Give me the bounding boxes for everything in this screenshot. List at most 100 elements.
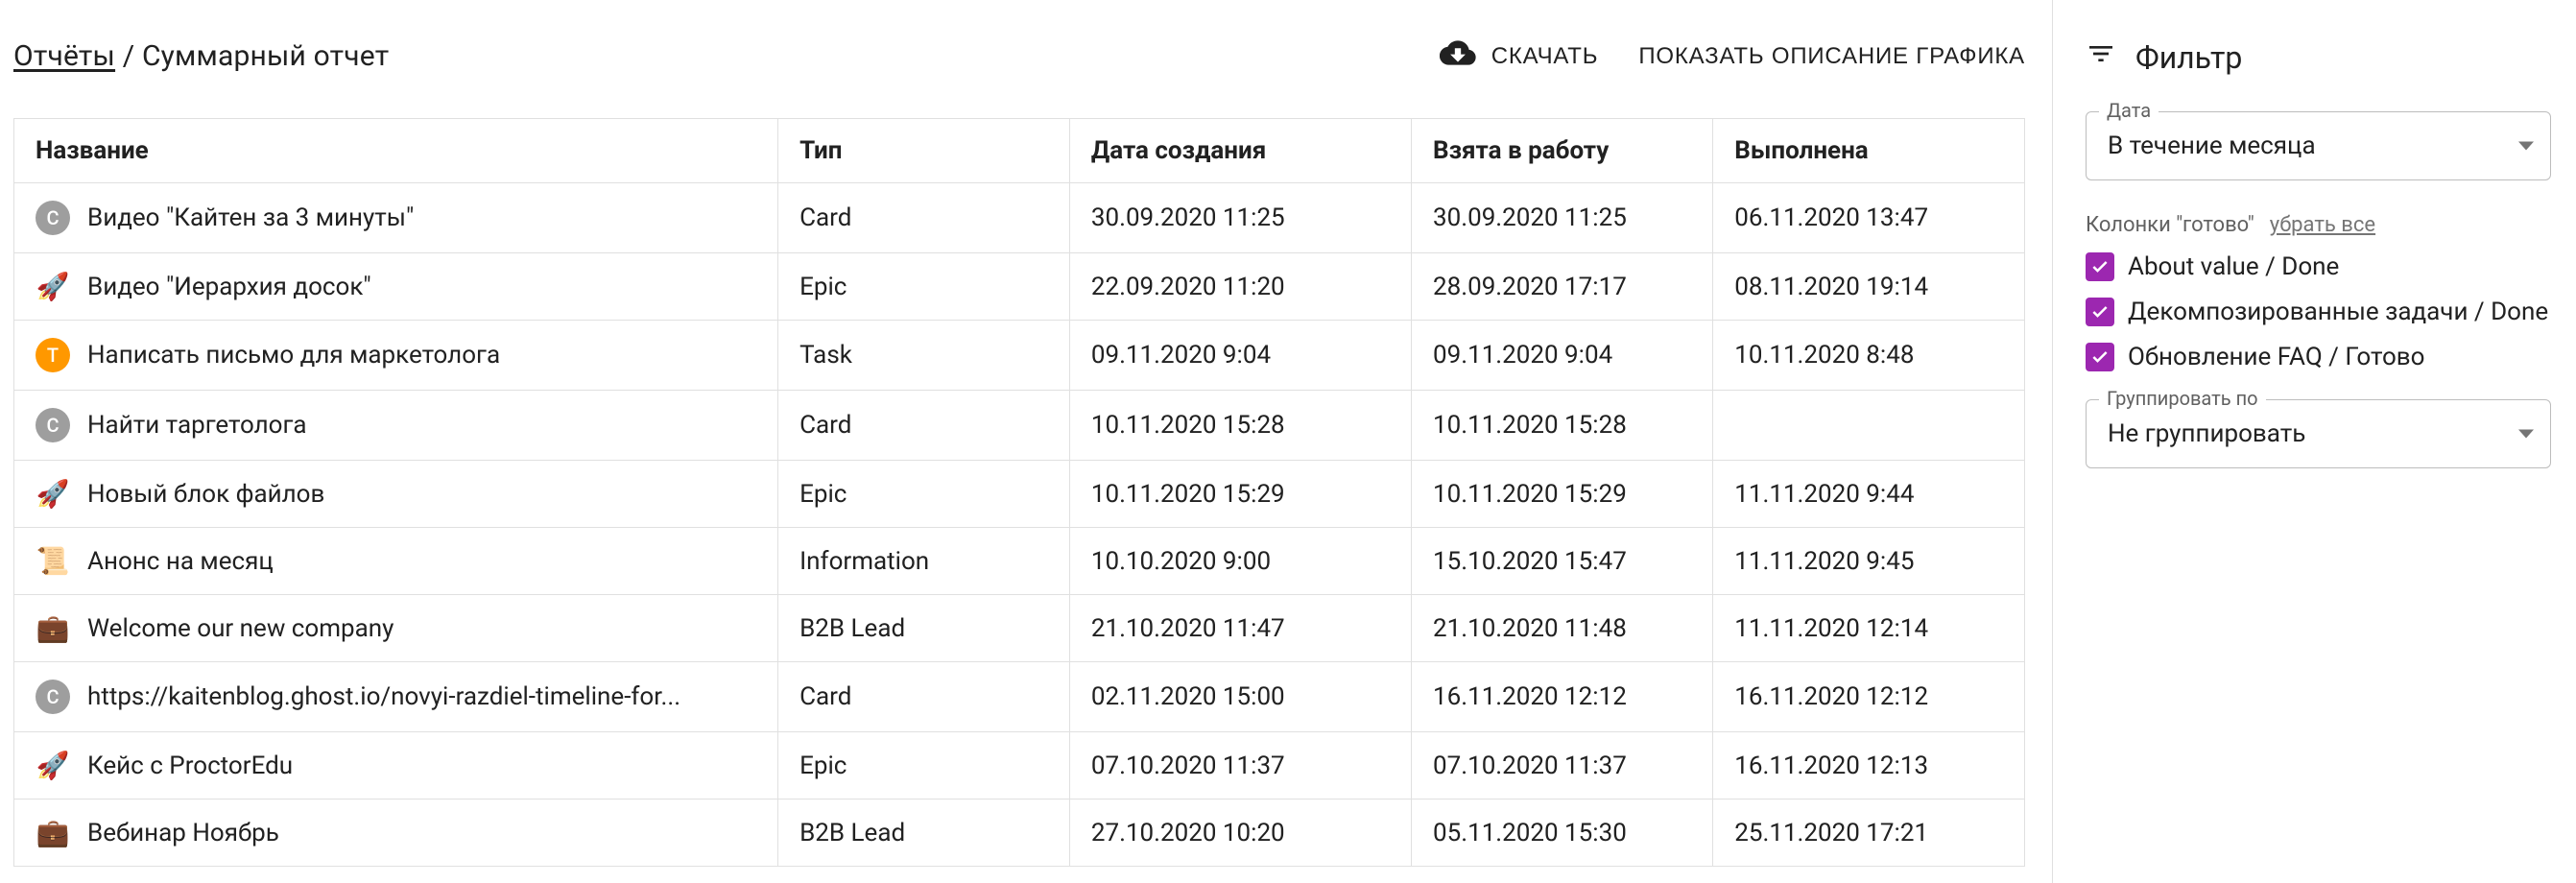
table-row[interactable]: 💼 Вебинар Ноябрь B2B Lead27.10.2020 10:200… (14, 799, 2025, 867)
table-row[interactable]: 🚀Новый блок файловEpic10.11.2020 15:2910… (14, 461, 2025, 528)
table-row[interactable]: 🚀Кейс с ProctorEduEpic07.10.2020 11:3707… (14, 732, 2025, 799)
row-started: 10.11.2020 15:29 (1412, 461, 1713, 528)
filter-checkbox-row[interactable]: About value / Done (2086, 251, 2551, 284)
breadcrumb: Отчёты / Суммарный отчет (13, 39, 389, 73)
checkbox-checked-icon[interactable] (2086, 298, 2114, 326)
row-done (1713, 391, 2025, 461)
row-started: 09.11.2020 9:04 (1412, 321, 1713, 391)
row-started: 28.09.2020 17:17 (1412, 253, 1713, 321)
row-name: https://kaitenblog.ghost.io/novyi-razdie… (87, 682, 680, 711)
row-name: Видео "Иерархия досок" (87, 273, 371, 301)
rocket-icon: 🚀 (36, 750, 70, 781)
row-name: Найти таргетолога (87, 411, 307, 440)
toggle-description-label: ПОКАЗАТЬ ОПИСАНИЕ ГРАФИКА (1638, 43, 2025, 70)
done-columns-label: Колонки "готово" (2086, 213, 2254, 237)
date-field-label: Дата (2099, 99, 2159, 122)
checkbox-label: Декомпозированные задачи / Done (2128, 296, 2548, 329)
filter-checkbox-row[interactable]: Обновление FAQ / Готово (2086, 341, 2551, 374)
rocket-icon: 🚀 (36, 478, 70, 510)
row-done: 16.11.2020 12:12 (1713, 662, 2025, 732)
row-started: 15.10.2020 15:47 (1412, 528, 1713, 595)
checkbox-checked-icon[interactable] (2086, 343, 2114, 371)
row-started: 30.09.2020 11:25 (1412, 183, 1713, 253)
card-avatar-icon: С (36, 680, 70, 714)
chevron-down-icon (2518, 142, 2534, 151)
group-field-label: Группировать по (2099, 387, 2266, 410)
briefcase-icon: 💼 (36, 817, 70, 848)
row-created: 02.11.2020 15:00 (1069, 662, 1411, 732)
col-header-type[interactable]: Тип (778, 119, 1070, 183)
row-name: Вебинар Ноябрь (87, 819, 279, 847)
table-row[interactable]: СВидео "Кайтен за 3 минуты"Card30.09.202… (14, 183, 2025, 253)
download-label: СКАЧАТЬ (1491, 43, 1599, 70)
table-row[interactable]: Сhttps://kaitenblog.ghost.io/novyi-razdi… (14, 662, 2025, 732)
col-header-done[interactable]: Выполнена (1713, 119, 2025, 183)
breadcrumb-current: Суммарный отчет (142, 39, 389, 73)
row-done: 10.11.2020 8:48 (1713, 321, 2025, 391)
row-created: 21.10.2020 11:47 (1069, 595, 1411, 662)
row-created: 27.10.2020 10:20 (1069, 799, 1411, 867)
breadcrumb-root-link[interactable]: Отчёты (13, 39, 115, 73)
row-created: 10.11.2020 15:28 (1069, 391, 1411, 461)
download-button[interactable]: СКАЧАТЬ (1440, 35, 1599, 78)
scroll-icon: 📜 (36, 545, 70, 577)
col-header-name[interactable]: Название (14, 119, 778, 183)
row-type: Epic (778, 461, 1070, 528)
row-done: 08.11.2020 19:14 (1713, 253, 2025, 321)
clear-all-link[interactable]: убрать все (2270, 213, 2375, 237)
table-row[interactable]: 💼 Welcome our new company B2B Lead21.10.20… (14, 595, 2025, 662)
row-name: Новый блок файлов (87, 480, 324, 509)
row-created: 10.11.2020 15:29 (1069, 461, 1411, 528)
checkbox-label: About value / Done (2128, 251, 2339, 284)
filter-sidebar: Фильтр Дата В течение месяца Колонки "го… (2052, 0, 2576, 883)
briefcase-icon: 💼 (36, 612, 70, 644)
filter-checkbox-row[interactable]: Декомпозированные задачи / Done (2086, 296, 2551, 329)
filter-title: Фильтр (2135, 39, 2242, 76)
row-created: 22.09.2020 11:20 (1069, 253, 1411, 321)
row-type: Epic (778, 253, 1070, 321)
date-select-value: В течение месяца (2108, 131, 2316, 160)
table-row[interactable]: 📜 Анонс на месяц Information10.10.2020 9:0… (14, 528, 2025, 595)
table-row[interactable]: СНайти таргетологаCard10.11.2020 15:2810… (14, 391, 2025, 461)
breadcrumb-sep: / (115, 39, 142, 73)
row-done: 06.11.2020 13:47 (1713, 183, 2025, 253)
task-avatar-icon: Т (36, 338, 70, 372)
checkbox-checked-icon[interactable] (2086, 252, 2114, 281)
row-type: Card (778, 662, 1070, 732)
toggle-description-button[interactable]: ПОКАЗАТЬ ОПИСАНИЕ ГРАФИКА (1638, 43, 2025, 70)
row-started: 16.11.2020 12:12 (1412, 662, 1713, 732)
cloud-download-icon (1440, 35, 1476, 78)
row-name: Написать письмо для маркетолога (87, 341, 500, 370)
row-type: B2B Lead (778, 799, 1070, 867)
row-name: Анонс на месяц (87, 547, 274, 576)
row-started: 07.10.2020 11:37 (1412, 732, 1713, 799)
row-started: 05.11.2020 15:30 (1412, 799, 1713, 867)
group-select-value: Не группировать (2108, 419, 2305, 448)
table-row[interactable]: 🚀 Видео "Иерархия досок" Epic22.09.2020 11… (14, 253, 2025, 321)
row-started: 10.11.2020 15:28 (1412, 391, 1713, 461)
table-row[interactable]: ТНаписать письмо для маркетологаTask09.1… (14, 321, 2025, 391)
row-done: 11.11.2020 9:44 (1713, 461, 2025, 528)
card-avatar-icon: С (36, 201, 70, 235)
row-type: Task (778, 321, 1070, 391)
row-created: 30.09.2020 11:25 (1069, 183, 1411, 253)
row-type: Card (778, 183, 1070, 253)
card-avatar-icon: С (36, 408, 70, 442)
row-type: Information (778, 528, 1070, 595)
chevron-down-icon (2518, 430, 2534, 439)
row-type: B2B Lead (778, 595, 1070, 662)
row-done: 11.11.2020 12:14 (1713, 595, 2025, 662)
rocket-icon: 🚀 (36, 271, 70, 302)
row-created: 09.11.2020 9:04 (1069, 321, 1411, 391)
filter-icon (2086, 38, 2116, 77)
row-done: 11.11.2020 9:45 (1713, 528, 2025, 595)
row-name: Кейс с ProctorEdu (87, 752, 293, 780)
row-name: Welcome our new company (87, 614, 394, 643)
checkbox-label: Обновление FAQ / Готово (2128, 341, 2424, 374)
row-created: 10.10.2020 9:00 (1069, 528, 1411, 595)
col-header-created[interactable]: Дата создания (1069, 119, 1411, 183)
row-done: 25.11.2020 17:21 (1713, 799, 2025, 867)
col-header-started[interactable]: Взята в работу (1412, 119, 1713, 183)
report-table: Название Тип Дата создания Взята в работ… (13, 118, 2025, 867)
row-name: Видео "Кайтен за 3 минуты" (87, 203, 414, 232)
